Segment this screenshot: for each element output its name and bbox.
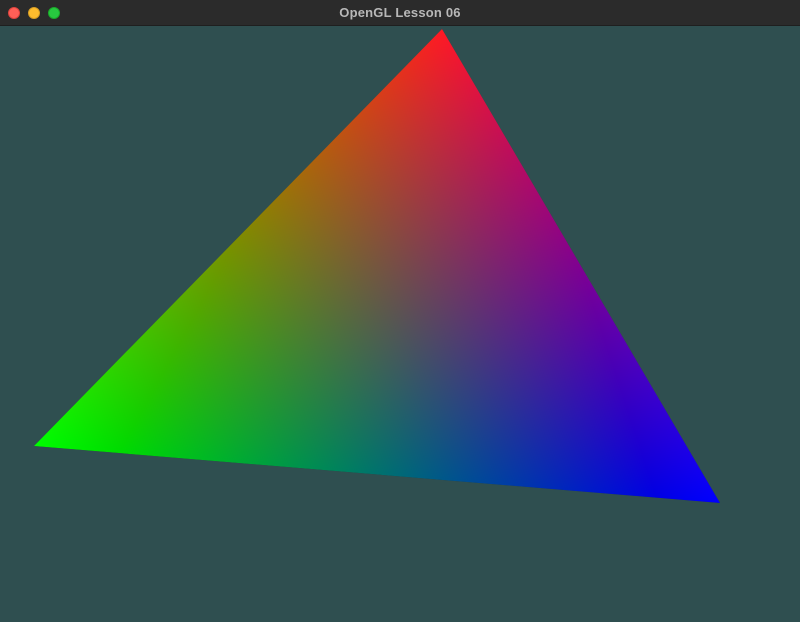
triangle-blue-vertex <box>34 29 720 503</box>
app-window: OpenGL Lesson 06 <box>0 0 800 622</box>
rendered-triangle <box>34 29 720 503</box>
